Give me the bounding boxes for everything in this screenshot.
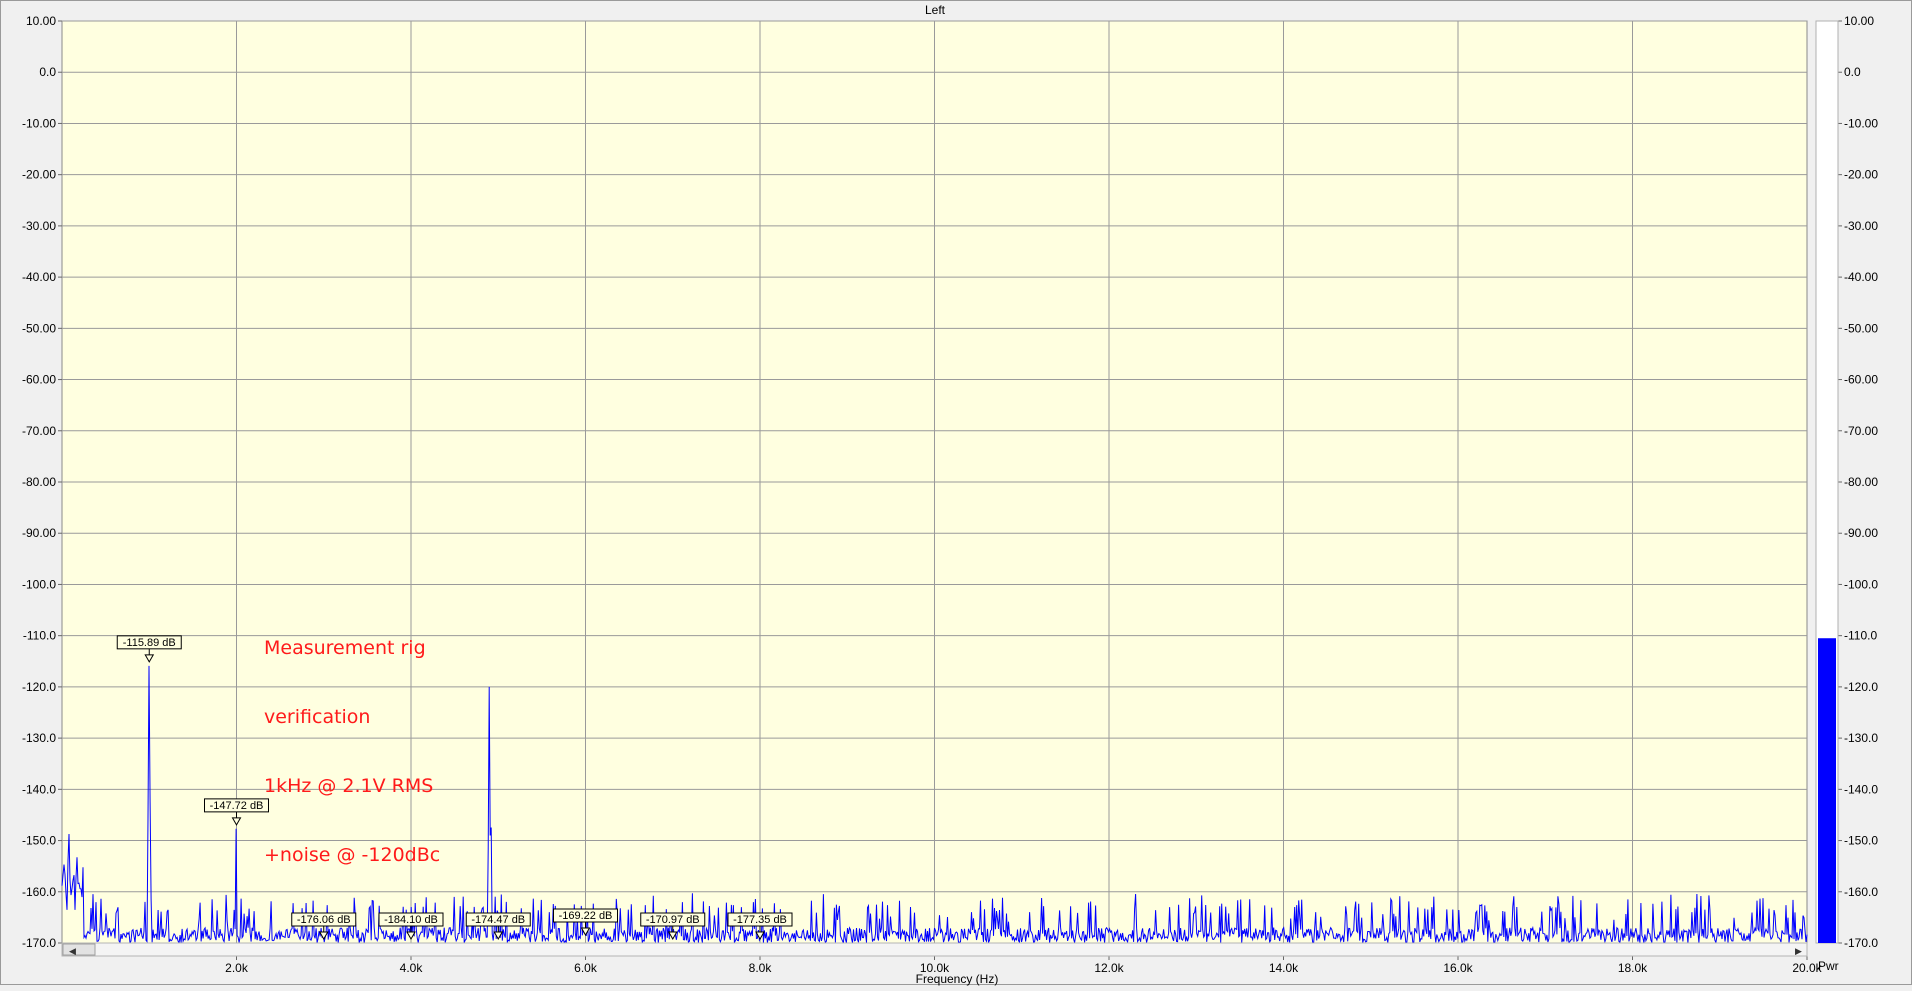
y-tick-label-right: -80.00 [1844, 475, 1878, 489]
x-tick-label: 8.0k [749, 961, 773, 975]
y-tick-label-right: 0.0 [1844, 65, 1861, 79]
y-tick-label-right: 10.00 [1844, 14, 1874, 28]
y-tick-label: -170.0 [22, 936, 56, 950]
x-tick-label: 14.0k [1269, 961, 1299, 975]
y-tick-label-right: -20.00 [1844, 168, 1878, 182]
x-tick-label: 6.0k [574, 961, 598, 975]
level-meter-fill [1818, 638, 1836, 943]
horizontal-scrollbar[interactable]: ◀ ▶ [61, 942, 1808, 957]
y-tick-label: -80.00 [22, 475, 56, 489]
annotation-line: verification [264, 706, 371, 728]
x-tick-label: 18.0k [1618, 961, 1648, 975]
y-axis-right: 10.00 0.0 -10.00 -20.00 -30.00 -40.00 -50.00 -6… [1838, 14, 1878, 950]
annotation-text: Measurement rig verification 1kHz @ 2.1V… [264, 591, 440, 913]
x-tick-label: 12.0k [1094, 961, 1124, 975]
marker-label: -147.72 dB [210, 800, 264, 812]
y-tick-label-right: -150.0 [1844, 834, 1878, 848]
y-tick-label: -70.00 [22, 424, 56, 438]
y-tick-label-right: -50.00 [1844, 321, 1878, 335]
scroll-right-arrow-icon[interactable]: ▶ [1795, 946, 1802, 956]
y-tick-label: -40.00 [22, 270, 56, 284]
meter-label: Pwr [1818, 959, 1839, 973]
y-tick-label: -60.00 [22, 373, 56, 387]
y-tick-label-right: -170.0 [1844, 936, 1878, 950]
scrollbar-thumb[interactable] [62, 943, 96, 956]
y-tick-label: -50.00 [22, 321, 56, 335]
annotation-line: +noise @ -120dBc [264, 844, 441, 866]
y-tick-label: -10.00 [22, 116, 56, 130]
marker-label: -174.47 dB [471, 914, 525, 926]
y-tick-label: -130.0 [22, 731, 56, 745]
y-tick-label: 0.0 [39, 65, 56, 79]
x-tick-label: 4.0k [400, 961, 424, 975]
y-tick-label: -20.00 [22, 168, 56, 182]
x-tick-label: 16.0k [1443, 961, 1473, 975]
y-tick-label: -140.0 [22, 782, 56, 796]
y-tick-label: -100.0 [22, 577, 56, 591]
y-tick-label: 10.00 [26, 14, 56, 28]
marker-label: -184.10 dB [384, 914, 438, 926]
y-tick-label-right: -160.0 [1844, 885, 1878, 899]
y-tick-label-right: -30.00 [1844, 219, 1878, 233]
chart-window: Left 10.00 0.0 -10.00 -20.00 -30.00 -40.00 -50… [0, 0, 1912, 986]
annotation-line: Measurement rig [264, 637, 426, 659]
y-tick-label: -90.00 [22, 526, 56, 540]
y-tick-label-right: -110.0 [1844, 629, 1877, 643]
chart-title: Left [925, 3, 946, 17]
x-axis-label: Frequency (Hz) [916, 972, 999, 986]
marker-label: -177.35 dB [733, 914, 787, 926]
y-tick-label: -30.00 [22, 219, 56, 233]
y-tick-label: -150.0 [22, 834, 56, 848]
y-tick-label-right: -60.00 [1844, 373, 1878, 387]
y-tick-label: -160.0 [22, 885, 56, 899]
scroll-left-arrow-icon[interactable]: ◀ [69, 946, 76, 956]
y-axis-left: 10.00 0.0 -10.00 -20.00 -30.00 -40.00 -50.00 -6… [22, 14, 62, 950]
marker-label: -115.89 dB [123, 637, 176, 649]
y-tick-label-right: -130.0 [1844, 731, 1878, 745]
annotation-line: 1kHz @ 2.1V RMS [264, 775, 434, 797]
x-axis: 2.0k 4.0k 6.0k 8.0k 10.0k 12.0k 14.0k 16.0k 18.0… [225, 956, 1823, 975]
y-tick-label-right: -90.00 [1844, 526, 1878, 540]
y-tick-label-right: -10.00 [1844, 116, 1878, 130]
x-tick-label: 2.0k [225, 961, 249, 975]
marker-label: -169.22 dB [559, 910, 613, 922]
marker-label: -176.06 dB [297, 914, 351, 926]
y-tick-label-right: -120.0 [1844, 680, 1878, 694]
y-tick-label: -120.0 [22, 680, 56, 694]
marker-label: -170.97 dB [646, 914, 700, 926]
y-tick-label-right: -140.0 [1844, 782, 1878, 796]
y-tick-label-right: -40.00 [1844, 270, 1878, 284]
y-tick-label-right: -70.00 [1844, 424, 1878, 438]
y-tick-label-right: -100.0 [1844, 577, 1878, 591]
y-tick-label: -110.0 [23, 629, 56, 643]
